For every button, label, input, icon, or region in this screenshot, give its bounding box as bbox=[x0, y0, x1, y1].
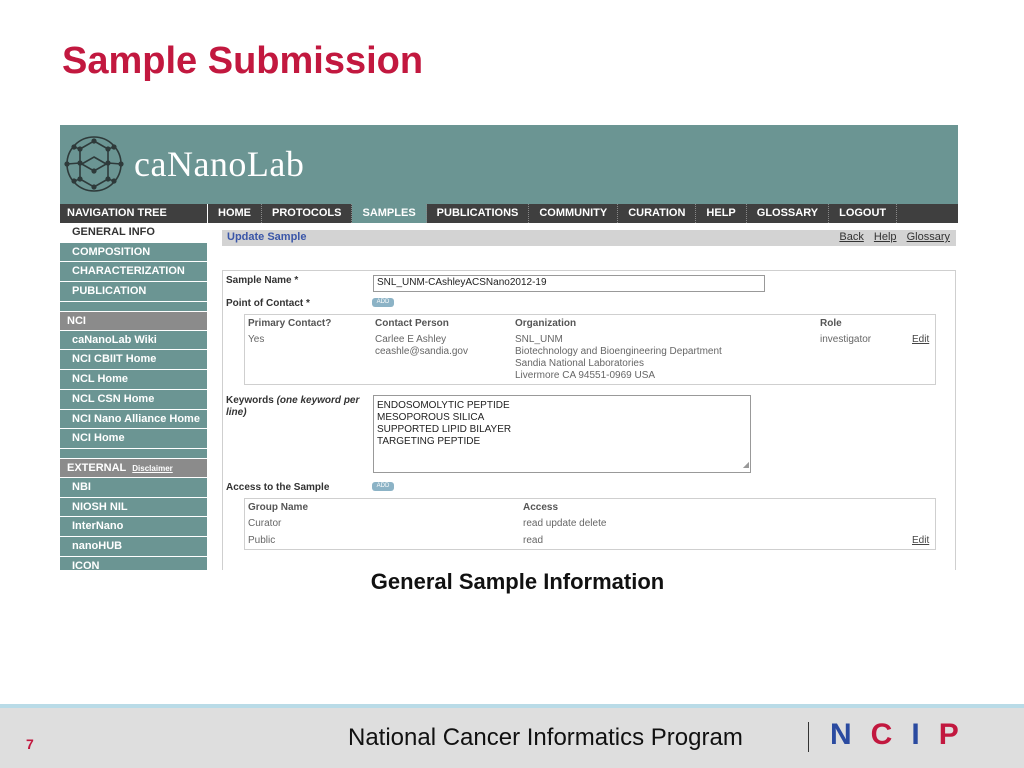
poc-header-organization: Organization bbox=[515, 318, 577, 329]
keyword-line: SUPPORTED LIPID BILAYER bbox=[377, 424, 512, 435]
point-of-contact-table: Primary Contact? Contact Person Organiza… bbox=[244, 314, 936, 385]
poc-edit-link[interactable]: Edit bbox=[912, 334, 929, 345]
keywords-label-text: Keywords bbox=[226, 395, 274, 406]
sidebar-item-general-info[interactable]: GENERAL INFO bbox=[60, 223, 207, 243]
ncip-letter: C bbox=[870, 718, 912, 751]
keyword-line: TARGETING PEPTIDE bbox=[377, 436, 481, 447]
nav-help[interactable]: HELP bbox=[696, 204, 747, 223]
footer-separator bbox=[808, 722, 809, 752]
poc-header-role: Role bbox=[820, 318, 842, 329]
update-sample-title: Update Sample bbox=[227, 231, 307, 243]
poc-role-value: investigator bbox=[820, 334, 872, 345]
access-edit-link[interactable]: Edit bbox=[912, 535, 929, 546]
sidebar-section-external-label: EXTERNAL bbox=[67, 461, 127, 474]
ncip-letter: I bbox=[911, 718, 939, 751]
nav-community[interactable]: COMMUNITY bbox=[529, 204, 619, 223]
sidebar-item-composition[interactable]: COMPOSITION bbox=[60, 242, 207, 263]
navigation-tree-header: NAVIGATION TREE bbox=[60, 204, 207, 223]
sidebar-link-niosh-nil[interactable]: NIOSH NIL bbox=[60, 497, 207, 518]
access-row-group: Public bbox=[248, 535, 276, 546]
sample-form-panel: Sample Name * SNL_UNM-CAshleyACSNano2012… bbox=[222, 270, 956, 570]
nanoparticle-logo-icon bbox=[64, 136, 124, 192]
poc-person-email: ceashle@sandia.gov bbox=[375, 346, 468, 357]
poc-primary-value: Yes bbox=[248, 334, 265, 345]
glossary-link[interactable]: Glossary bbox=[907, 231, 950, 243]
slide-footer: 7 National Cancer Informatics Program NC… bbox=[0, 708, 1024, 768]
sidebar-item-characterization[interactable]: CHARACTERIZATION bbox=[60, 262, 207, 283]
access-row-access: read update delete bbox=[523, 518, 607, 529]
add-contact-button[interactable]: ADD bbox=[372, 298, 394, 307]
poc-org-line: Sandia National Laboratories bbox=[515, 358, 644, 369]
sidebar-link-nci-nano-alliance-home[interactable]: NCI Nano Alliance Home bbox=[60, 409, 207, 430]
page-number: 7 bbox=[26, 736, 34, 752]
sidebar-link-ncl-csn-home[interactable]: NCL CSN Home bbox=[60, 389, 207, 410]
keywords-textarea[interactable]: ENDOSOMOLYTIC PEPTIDE MESOPOROUS SILICA … bbox=[373, 395, 751, 473]
subbar-links: Back Help Glossary bbox=[832, 231, 950, 243]
access-table: Group Name Access Curator read update de… bbox=[244, 498, 936, 550]
top-navigation-bar: HOME PROTOCOLS SAMPLES PUBLICATIONS COMM… bbox=[208, 204, 958, 223]
sidebar-spacer bbox=[60, 448, 207, 459]
app-logo-text: caNanoLab bbox=[134, 144, 305, 184]
poc-person-name: Carlee E Ashley bbox=[375, 334, 447, 345]
point-of-contact-label: Point of Contact * bbox=[226, 298, 310, 309]
app-banner: caNanoLab bbox=[60, 125, 958, 204]
access-header-group: Group Name bbox=[248, 502, 309, 513]
nav-protocols[interactable]: PROTOCOLS bbox=[262, 204, 353, 223]
ncip-letter: N bbox=[830, 718, 871, 751]
sidebar-link-nbi[interactable]: NBI bbox=[60, 477, 207, 498]
update-sample-bar: Update Sample Back Help Glossary bbox=[222, 230, 956, 246]
resize-grip-icon[interactable]: ◢ bbox=[743, 459, 749, 471]
access-header-access: Access bbox=[523, 502, 559, 513]
disclaimer-link[interactable]: Disclaimer bbox=[132, 464, 172, 473]
sample-name-input[interactable]: SNL_UNM-CAshleyACSNano2012-19 bbox=[373, 275, 765, 292]
nav-curation[interactable]: CURATION bbox=[618, 204, 697, 223]
ncip-letter: P bbox=[938, 718, 978, 751]
back-link[interactable]: Back bbox=[839, 231, 863, 243]
slide-title: Sample Submission bbox=[62, 40, 424, 82]
add-access-button[interactable]: ADD bbox=[372, 482, 394, 491]
access-row-group: Curator bbox=[248, 518, 282, 529]
nav-glossary[interactable]: GLOSSARY bbox=[747, 204, 830, 223]
poc-org-line: SNL_UNM bbox=[515, 334, 563, 345]
screenshot-caption: General Sample Information bbox=[370, 569, 665, 594]
nav-samples[interactable]: SAMPLES bbox=[352, 204, 427, 223]
access-label: Access to the Sample bbox=[226, 482, 330, 493]
keywords-label: Keywords (one keyword per line) bbox=[226, 395, 361, 419]
sidebar-link-ncl-home[interactable]: NCL Home bbox=[60, 370, 207, 390]
poc-header-primary: Primary Contact? bbox=[248, 318, 332, 329]
nav-home[interactable]: HOME bbox=[208, 204, 262, 223]
help-link[interactable]: Help bbox=[874, 231, 897, 243]
sidebar-section-external: EXTERNAL Disclaimer bbox=[60, 458, 207, 478]
sidebar-link-internano[interactable]: InterNano bbox=[60, 517, 207, 537]
sidebar-link-nanohub[interactable]: nanoHUB bbox=[60, 536, 207, 557]
footer-org-name: National Cancer Informatics Program bbox=[348, 724, 743, 751]
sidebar-spacer bbox=[60, 301, 207, 312]
access-row-access: read bbox=[523, 535, 544, 546]
sidebar-link-icon[interactable]: ICON bbox=[60, 556, 207, 570]
poc-org-line: Biotechnology and Bioengineering Departm… bbox=[515, 346, 722, 357]
sidebar-item-publication[interactable]: PUBLICATION bbox=[60, 282, 207, 302]
sample-name-label: Sample Name * bbox=[226, 275, 299, 286]
ncip-logo: NCIP bbox=[830, 718, 978, 752]
nav-publications[interactable]: PUBLICATIONS bbox=[427, 204, 530, 223]
sidebar-link-nci-home[interactable]: NCI Home bbox=[60, 429, 207, 449]
cananolab-app-screenshot: caNanoLab NAVIGATION TREE HOME PROTOCOLS… bbox=[60, 125, 958, 570]
poc-header-person: Contact Person bbox=[375, 318, 449, 329]
sidebar-link-cananolab-wiki[interactable]: caNanoLab Wiki bbox=[60, 330, 207, 351]
nav-logout[interactable]: LOGOUT bbox=[829, 204, 898, 223]
keyword-line: MESOPOROUS SILICA bbox=[377, 412, 485, 423]
sidebar: GENERAL INFO COMPOSITION CHARACTERIZATIO… bbox=[60, 223, 207, 570]
keyword-line: ENDOSOMOLYTIC PEPTIDE bbox=[377, 400, 510, 411]
poc-org-line: Livermore CA 94551-0969 USA bbox=[515, 370, 656, 381]
sidebar-link-nci-cbiit-home[interactable]: NCI CBIIT Home bbox=[60, 350, 207, 371]
sidebar-section-nci: NCI bbox=[60, 311, 207, 331]
